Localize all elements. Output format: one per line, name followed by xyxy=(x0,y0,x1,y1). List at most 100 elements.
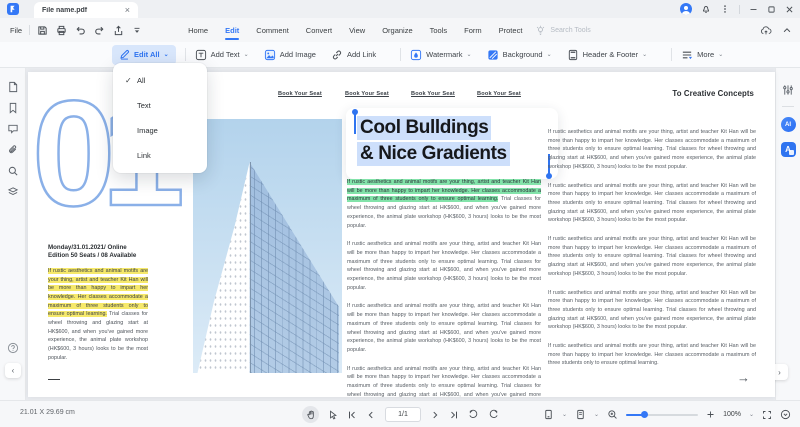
redo-icon[interactable] xyxy=(94,25,105,36)
yellow-highlighted-text: If rustic aesthetics and animal motifs a… xyxy=(48,268,148,318)
zoom-level-caret-icon[interactable]: ⌄ xyxy=(749,412,754,418)
help-icon[interactable] xyxy=(7,342,19,354)
tab-close-icon[interactable]: × xyxy=(125,6,130,15)
rotate-left-icon[interactable] xyxy=(468,409,479,420)
quick-access-caret-icon[interactable] xyxy=(132,25,142,35)
first-page-button[interactable] xyxy=(347,410,357,420)
notification-bell-icon[interactable] xyxy=(701,4,711,14)
single-page-view-button[interactable] xyxy=(543,409,554,420)
document-title-line2: & Nice Gradients xyxy=(357,142,510,166)
zoom-slider-thumb[interactable] xyxy=(641,411,648,418)
zoom-tool-icon[interactable] xyxy=(607,409,618,420)
previous-page-button[interactable] xyxy=(366,410,376,420)
share-icon[interactable] xyxy=(113,25,124,36)
bookmarks-icon[interactable] xyxy=(7,102,19,114)
more-button[interactable]: More ⌄ xyxy=(681,49,723,61)
dropdown-item-text[interactable]: Text xyxy=(113,93,207,118)
print-icon[interactable] xyxy=(56,25,67,36)
rotate-right-icon[interactable] xyxy=(488,409,499,420)
paragraph: If rustic aesthetics and animal motifs a… xyxy=(347,302,541,354)
menu-home[interactable]: Home xyxy=(188,26,208,35)
selected-title-block[interactable]: Cool Bulldings & Nice Gradients xyxy=(346,108,558,179)
page-fit-view-button[interactable] xyxy=(575,409,586,420)
search-icon[interactable] xyxy=(7,165,19,177)
select-tool-button[interactable] xyxy=(328,410,338,420)
watermark-icon xyxy=(410,49,422,61)
dropdown-item-image[interactable]: Image xyxy=(113,118,207,143)
search-tools-placeholder: Search Tools xyxy=(550,27,590,34)
add-text-label: Add Text xyxy=(211,50,240,59)
event-heading: Monday/31.01.2021/ Online Edition 50 Sea… xyxy=(48,244,148,261)
header-footer-icon xyxy=(567,49,579,61)
fit-view-caret-icon[interactable]: ⌄ xyxy=(594,412,599,418)
background-label: Background xyxy=(503,50,543,59)
minimize-button[interactable] xyxy=(749,5,758,14)
menu-bar: File Home Edit Comment xyxy=(0,18,800,42)
properties-tune-icon[interactable] xyxy=(782,84,794,96)
add-image-icon xyxy=(264,49,276,61)
fullscreen-icon[interactable] xyxy=(762,410,772,420)
book-your-seat-link[interactable]: Book Your Seat xyxy=(345,91,389,97)
file-menu[interactable]: File xyxy=(10,26,22,35)
attachments-icon[interactable] xyxy=(7,144,19,156)
menu-edit[interactable]: Edit xyxy=(225,26,239,35)
cloud-upload-icon[interactable] xyxy=(760,25,772,36)
menu-convert[interactable]: Convert xyxy=(306,26,332,35)
maximize-button[interactable] xyxy=(767,5,776,14)
ai-assistant-icon[interactable]: AI xyxy=(781,117,796,132)
background-icon xyxy=(487,49,499,61)
add-text-button[interactable]: Add Text ⌄ xyxy=(195,49,249,61)
pen-icon xyxy=(119,49,130,60)
book-your-seat-link[interactable]: Book Your Seat xyxy=(411,91,455,97)
section-heading: To Creative Concepts xyxy=(672,89,754,98)
add-link-button[interactable]: Add Link xyxy=(331,49,376,61)
menu-form[interactable]: Form xyxy=(464,26,482,35)
collapse-toolbar-icon[interactable] xyxy=(782,26,792,35)
kebab-menu-icon[interactable] xyxy=(720,4,730,14)
stamps-icon[interactable] xyxy=(7,186,19,198)
page-indicator-input[interactable]: 1/1 xyxy=(385,407,421,422)
watermark-caret-icon: ⌄ xyxy=(467,52,472,58)
book-your-seat-link[interactable]: Book Your Seat xyxy=(477,91,521,97)
next-page-button[interactable] xyxy=(430,410,440,420)
add-image-button[interactable]: Add Image xyxy=(264,49,316,61)
page-dimensions: 21.01 X 29.69 cm xyxy=(20,409,75,416)
watermark-button[interactable]: Watermark ⌄ xyxy=(410,49,471,61)
collapse-left-panel-button[interactable]: ‹ xyxy=(5,363,21,378)
last-page-button[interactable] xyxy=(449,410,459,420)
close-window-button[interactable] xyxy=(785,5,794,14)
comments-icon[interactable] xyxy=(7,123,19,135)
menu-tools[interactable]: Tools xyxy=(430,26,448,35)
background-button[interactable]: Background ⌄ xyxy=(487,49,552,61)
thumbnails-icon[interactable] xyxy=(7,81,19,93)
user-avatar[interactable] xyxy=(680,3,692,15)
selection-handle-start[interactable] xyxy=(354,114,356,134)
menu-protect[interactable]: Protect xyxy=(499,26,523,35)
header-footer-button[interactable]: Header & Footer ⌄ xyxy=(567,49,647,61)
paragraph: If rustic aesthetics and animal motifs a… xyxy=(347,365,541,397)
menu-comment[interactable]: Comment xyxy=(256,26,289,35)
zoom-in-button[interactable] xyxy=(706,410,715,419)
dropdown-item-link[interactable]: Link xyxy=(113,143,207,168)
edit-all-button[interactable]: Edit All ⌄ xyxy=(112,45,176,65)
document-tab[interactable]: File name.pdf × xyxy=(34,2,138,18)
reading-mode-icon[interactable] xyxy=(780,409,791,420)
menu-view[interactable]: View xyxy=(349,26,365,35)
building-edge xyxy=(250,162,252,373)
more-label: More xyxy=(697,50,714,59)
zoom-slider[interactable] xyxy=(626,410,698,420)
save-icon[interactable] xyxy=(37,25,48,36)
book-your-seat-link[interactable]: Book Your Seat xyxy=(278,91,322,97)
page-view-caret-icon[interactable]: ⌄ xyxy=(562,412,567,418)
next-page-arrow: → xyxy=(737,370,750,385)
building-photo xyxy=(193,119,342,373)
center-text-column: If rustic aesthetics and animal motifs a… xyxy=(347,178,541,397)
translate-icon[interactable]: A xyxy=(781,142,796,157)
status-bar: 21.01 X 29.69 cm 1/1 xyxy=(0,400,800,427)
hand-tool-button[interactable] xyxy=(302,406,319,423)
search-tools[interactable]: Search Tools xyxy=(535,25,590,36)
undo-icon[interactable] xyxy=(75,25,86,36)
dropdown-item-all[interactable]: ✓ All xyxy=(113,68,207,93)
menu-organize[interactable]: Organize xyxy=(382,26,412,35)
zoom-level[interactable]: 100% xyxy=(723,411,741,418)
